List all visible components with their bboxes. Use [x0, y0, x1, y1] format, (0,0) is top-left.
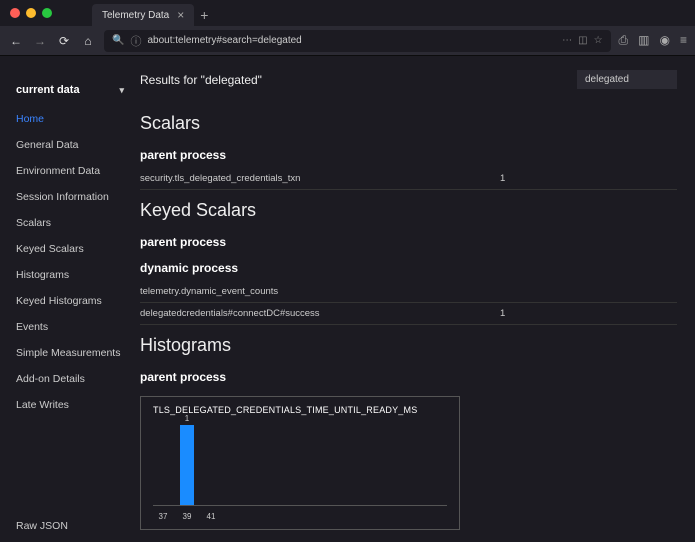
sidebar-toggle-icon[interactable]: ▥	[638, 33, 649, 48]
sidebar-item-session-information[interactable]: Session Information	[0, 184, 140, 210]
section-keyed-scalars-heading: Keyed Scalars	[140, 200, 677, 221]
histograms-parent-process-heading: parent process	[140, 370, 677, 384]
scalars-parent-process-heading: parent process	[140, 148, 677, 162]
url-bar[interactable]: 🔍 ⓘ about:telemetry#search=delegated ⋯ ◫…	[104, 30, 611, 52]
page-content: current data ▾ Home General Data Environ…	[0, 56, 695, 542]
keyed-scalars-dynamic-process-heading: dynamic process	[140, 261, 677, 275]
search-input[interactable]	[577, 70, 677, 89]
sidebar-dropdown[interactable]: current data ▾	[0, 74, 140, 106]
home-button[interactable]: ⌂	[80, 34, 96, 48]
browser-tab[interactable]: Telemetry Data ×	[92, 4, 194, 26]
sidebar-item-raw-json[interactable]: Raw JSON	[0, 510, 140, 542]
sidebar-item-simple-measurements[interactable]: Simple Measurements	[0, 340, 140, 366]
row-value: 1	[500, 308, 677, 319]
histogram-bar: 1	[179, 414, 195, 505]
window-controls	[10, 8, 52, 18]
row-key: delegatedcredentials#connectDC#success	[140, 308, 500, 319]
sidebar-item-home[interactable]: Home	[0, 106, 140, 132]
back-button[interactable]: ←	[8, 34, 24, 48]
sidebar-item-histograms[interactable]: Histograms	[0, 262, 140, 288]
sidebar-item-keyed-scalars[interactable]: Keyed Scalars	[0, 236, 140, 262]
account-icon[interactable]: ◉	[660, 33, 670, 48]
chevron-down-icon: ▾	[119, 85, 124, 96]
search-icon: 🔍	[112, 35, 124, 46]
sidebar-item-late-writes[interactable]: Late Writes	[0, 392, 140, 418]
sidebar: current data ▾ Home General Data Environ…	[0, 56, 140, 542]
table-row: security.tls_delegated_credentials_txn 1	[140, 168, 677, 190]
maximize-window-button[interactable]	[42, 8, 52, 18]
close-tab-icon[interactable]: ×	[177, 9, 184, 21]
row-value	[500, 286, 677, 297]
results-heading: Results for "delegated"	[140, 73, 262, 87]
table-row: delegatedcredentials#connectDC#success 1	[140, 303, 677, 325]
sidebar-item-scalars[interactable]: Scalars	[0, 210, 140, 236]
row-key: telemetry.dynamic_event_counts	[140, 286, 500, 297]
histogram-title: TLS_DELEGATED_CREDENTIALS_TIME_UNTIL_REA…	[153, 405, 447, 415]
sidebar-title-label: current data	[16, 84, 80, 96]
histogram-bar	[155, 503, 171, 505]
bookmark-icon[interactable]: ☆	[594, 35, 603, 46]
new-tab-button[interactable]: +	[200, 7, 208, 23]
close-window-button[interactable]	[10, 8, 20, 18]
titlebar: Telemetry Data × +	[0, 0, 695, 26]
forward-button[interactable]: →	[32, 34, 48, 48]
main-panel: Results for "delegated" Scalars parent p…	[140, 56, 695, 542]
url-text: about:telemetry#search=delegated	[147, 35, 301, 46]
row-value: 1	[500, 173, 677, 184]
table-row: telemetry.dynamic_event_counts	[140, 281, 677, 303]
sidebar-item-addon-details[interactable]: Add-on Details	[0, 366, 140, 392]
tab-title: Telemetry Data	[102, 10, 169, 21]
sidebar-item-general-data[interactable]: General Data	[0, 132, 140, 158]
section-histograms-heading: Histograms	[140, 335, 677, 356]
more-actions-icon[interactable]: ⋯	[562, 35, 572, 46]
minimize-window-button[interactable]	[26, 8, 36, 18]
histogram-chart: TLS_DELEGATED_CREDENTIALS_TIME_UNTIL_REA…	[140, 396, 460, 530]
browser-toolbar: ← → ⟳ ⌂ 🔍 ⓘ about:telemetry#search=deleg…	[0, 26, 695, 56]
section-scalars-heading: Scalars	[140, 113, 677, 134]
info-icon[interactable]: ⓘ	[130, 33, 141, 49]
menu-icon[interactable]: ≡	[680, 33, 687, 48]
sidebar-item-events[interactable]: Events	[0, 314, 140, 340]
histogram-bar	[203, 503, 219, 505]
sidebar-item-environment-data[interactable]: Environment Data	[0, 158, 140, 184]
sidebar-item-keyed-histograms[interactable]: Keyed Histograms	[0, 288, 140, 314]
keyed-scalars-parent-process-heading: parent process	[140, 235, 677, 249]
row-key: security.tls_delegated_credentials_txn	[140, 173, 500, 184]
reload-button[interactable]: ⟳	[56, 34, 72, 48]
reader-icon[interactable]: ◫	[578, 35, 587, 46]
library-icon[interactable]: ⎙	[619, 33, 629, 48]
